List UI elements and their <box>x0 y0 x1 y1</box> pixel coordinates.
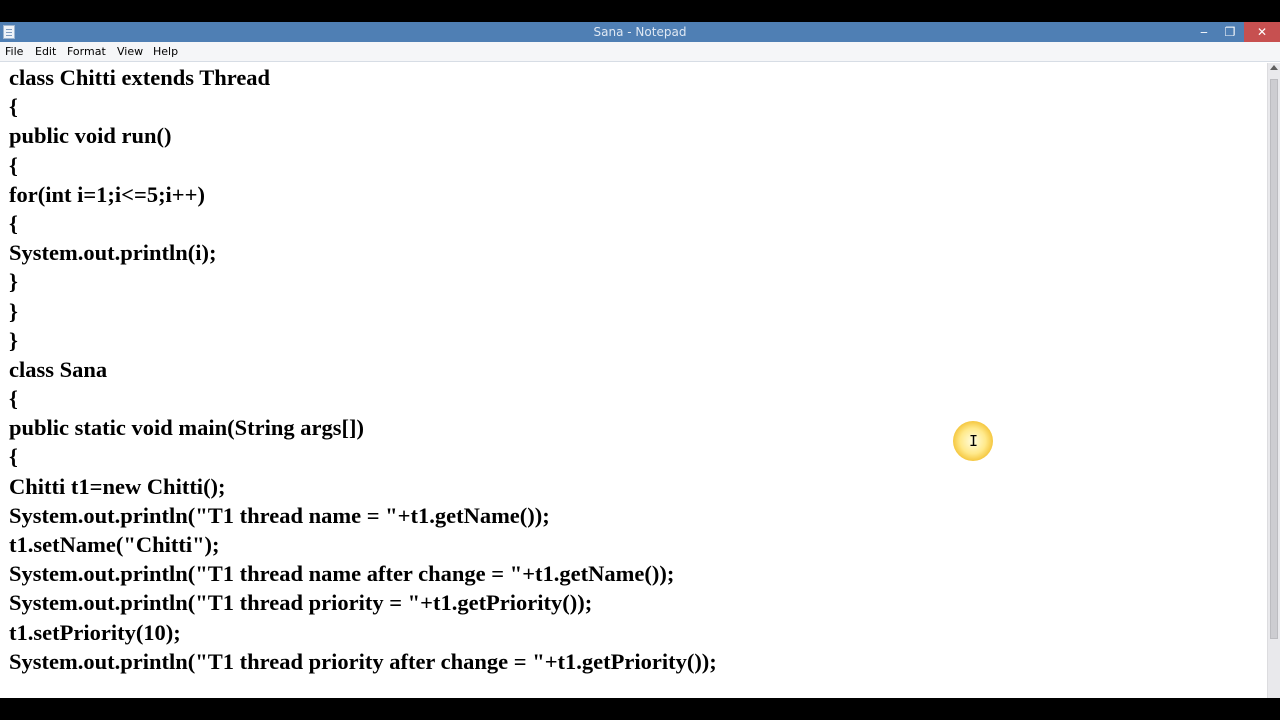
code-line[interactable]: public void run() <box>9 121 717 150</box>
code-line[interactable]: System.out.println("T1 thread priority a… <box>9 647 717 676</box>
code-line[interactable]: System.out.println("T1 thread name after… <box>9 559 717 588</box>
code-line[interactable]: } <box>9 267 717 296</box>
code-line[interactable]: Chitti t1=new Chitti(); <box>9 472 717 501</box>
code-line[interactable]: System.out.println("T1 thread priority =… <box>9 588 717 617</box>
text-cursor-icon: I <box>969 432 979 450</box>
vertical-scrollbar[interactable] <box>1267 63 1280 698</box>
screen: Sana - Notepad ‒ ❐ ✕ File Edit Format Vi… <box>0 0 1280 720</box>
code-line[interactable]: { <box>9 92 717 121</box>
minimize-button[interactable]: ‒ <box>1192 22 1216 42</box>
code-line[interactable]: System.out.println("T1 thread name = "+t… <box>9 501 717 530</box>
code-line[interactable]: class Sana <box>9 355 717 384</box>
code-line[interactable]: System.out.println(i); <box>9 238 717 267</box>
code-line[interactable]: t1.setPriority(10); <box>9 618 717 647</box>
code-line[interactable]: t1.setName("Chitti"); <box>9 530 717 559</box>
code-line[interactable]: } <box>9 326 717 355</box>
menu-view[interactable]: View <box>117 45 143 59</box>
code-line[interactable]: for(int i=1;i<=5;i++) <box>9 180 717 209</box>
code-line[interactable]: class Chitti extends Thread <box>9 63 717 92</box>
code-text[interactable]: class Chitti extends Thread{public void … <box>9 63 717 676</box>
title-bar[interactable]: Sana - Notepad ‒ ❐ ✕ <box>0 22 1280 42</box>
notepad-window: Sana - Notepad ‒ ❐ ✕ File Edit Format Vi… <box>0 22 1280 698</box>
scroll-up-arrow-icon[interactable] <box>1270 65 1278 70</box>
menu-format[interactable]: Format <box>67 45 106 59</box>
code-line[interactable]: { <box>9 209 717 238</box>
scroll-thumb[interactable] <box>1270 79 1278 639</box>
restore-button[interactable]: ❐ <box>1218 22 1242 42</box>
menu-bar: File Edit Format View Help <box>0 42 1280 62</box>
menu-help[interactable]: Help <box>153 45 178 59</box>
menu-file[interactable]: File <box>5 45 23 59</box>
text-editor-area[interactable]: class Chitti extends Thread{public void … <box>0 63 1267 698</box>
menu-edit[interactable]: Edit <box>35 45 56 59</box>
close-button[interactable]: ✕ <box>1244 22 1280 42</box>
window-title: Sana - Notepad <box>593 25 687 39</box>
code-line[interactable]: { <box>9 442 717 471</box>
code-line[interactable]: public static void main(String args[]) <box>9 413 717 442</box>
code-line[interactable]: { <box>9 151 717 180</box>
code-line[interactable]: } <box>9 297 717 326</box>
code-line[interactable]: { <box>9 384 717 413</box>
